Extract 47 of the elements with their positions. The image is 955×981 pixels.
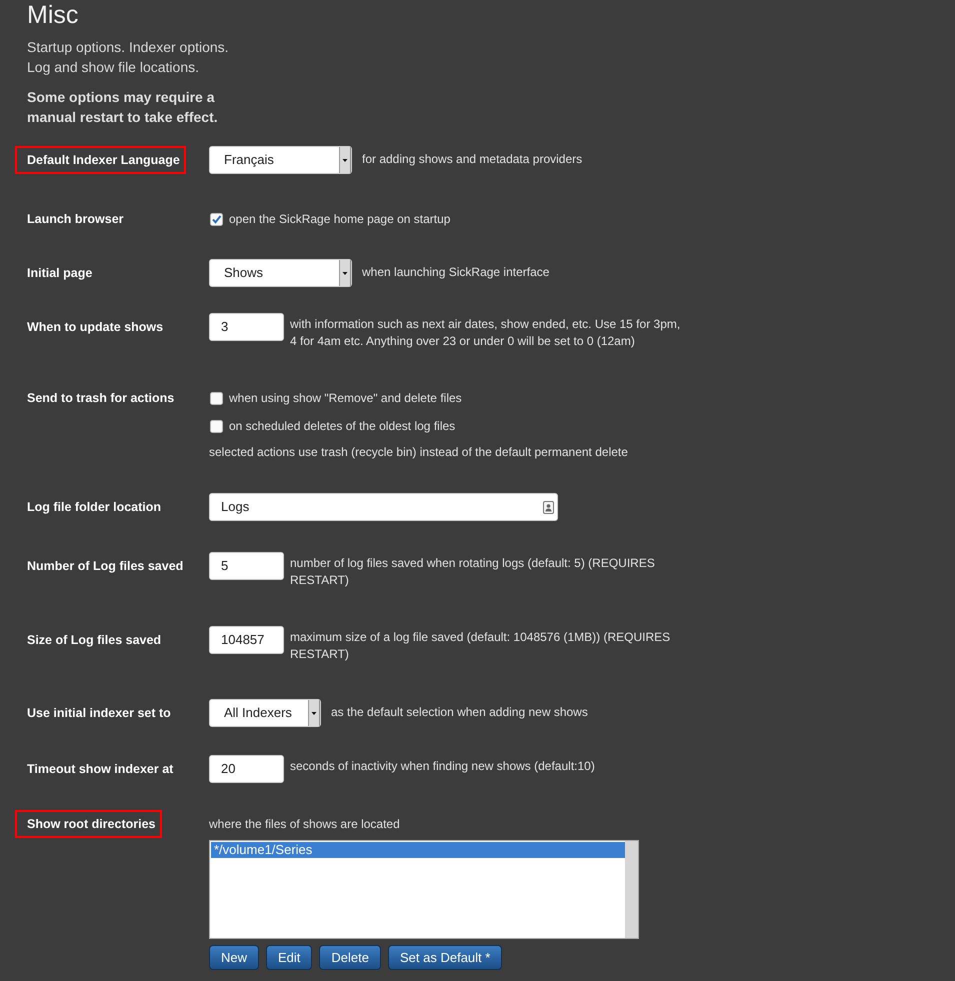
setting-description: as the default selection when adding new shows xyxy=(331,704,588,721)
setting-description: where the files of shows are located xyxy=(209,816,401,833)
section-title: Misc xyxy=(27,0,78,30)
number-input[interactable]: 104857 xyxy=(209,626,284,654)
setting-label: Default Indexer Language xyxy=(15,146,186,174)
action-button[interactable]: Delete xyxy=(319,945,381,970)
checkbox-label: on scheduled deletes of the oldest log files xyxy=(229,418,456,435)
setting-description: for adding shows and metadata providers xyxy=(362,151,582,168)
setting-label: Number of Log files saved xyxy=(27,558,184,575)
dropdown-select[interactable]: Français xyxy=(209,146,352,174)
setting-description: with information such as next air dates, show ended, etc. Use 15 for 3pm, 4 for 4am etc. Anything over 23 or under 0 will be set to 0 (12am) xyxy=(290,316,682,350)
setting-description: seconds of inactivity when finding new shows (default:10) xyxy=(290,758,595,775)
setting-label: Launch browser xyxy=(27,210,124,228)
person-card-icon[interactable] xyxy=(543,500,554,514)
setting-label: Show root directories xyxy=(15,810,162,838)
dropdown-select[interactable]: All Indexers xyxy=(209,699,321,727)
checkbox[interactable] xyxy=(210,212,223,226)
setting-label: Use initial indexer set to xyxy=(27,704,171,722)
checkbox-label: when using show "Remove" and delete files xyxy=(229,390,462,407)
checkbox-label: open the SickRage home page on startup xyxy=(229,211,450,228)
action-button[interactable]: Set as Default * xyxy=(388,945,502,970)
setting-label: When to update shows xyxy=(27,318,164,336)
setting-label: Initial page xyxy=(27,264,92,282)
checkbox[interactable] xyxy=(210,420,223,432)
number-input[interactable]: 20 xyxy=(209,755,284,783)
setting-label: Size of Log files saved xyxy=(27,632,162,649)
setting-label: Send to trash for actions xyxy=(27,390,174,407)
setting-description: when launching SickRage interface xyxy=(362,264,550,281)
section-description: Startup options. Indexer options. Log and show file locations. xyxy=(27,38,230,77)
caret-icon xyxy=(308,700,320,726)
dropdown-select[interactable]: Shows xyxy=(209,259,352,287)
setting-label: Timeout show indexer at xyxy=(27,760,174,778)
scrollbar[interactable] xyxy=(625,841,638,938)
action-button[interactable]: Edit xyxy=(266,945,312,970)
caret-icon xyxy=(339,147,351,173)
checkbox[interactable] xyxy=(210,392,223,404)
setting-description: maximum size of a log file saved (default: 1048576 (1MB)) (REQUIRES RESTART) xyxy=(290,629,672,663)
number-input[interactable]: 5 xyxy=(209,552,284,580)
setting-label: Log file folder location xyxy=(27,498,162,516)
directory-item[interactable]: */volume1/Series xyxy=(211,842,625,858)
caret-icon xyxy=(339,260,351,286)
setting-description: selected actions use trash (recycle bin) instead of the default permanent delete xyxy=(209,444,628,461)
number-input[interactable]: 3 xyxy=(209,313,284,341)
folder-path-input[interactable]: Logs xyxy=(209,493,558,521)
setting-description: number of log files saved when rotating logs (default: 5) (REQUIRES RESTART) xyxy=(290,555,656,589)
action-button[interactable]: New xyxy=(209,945,260,970)
restart-note: Some options may require a manual restart to take effect. xyxy=(27,88,219,127)
